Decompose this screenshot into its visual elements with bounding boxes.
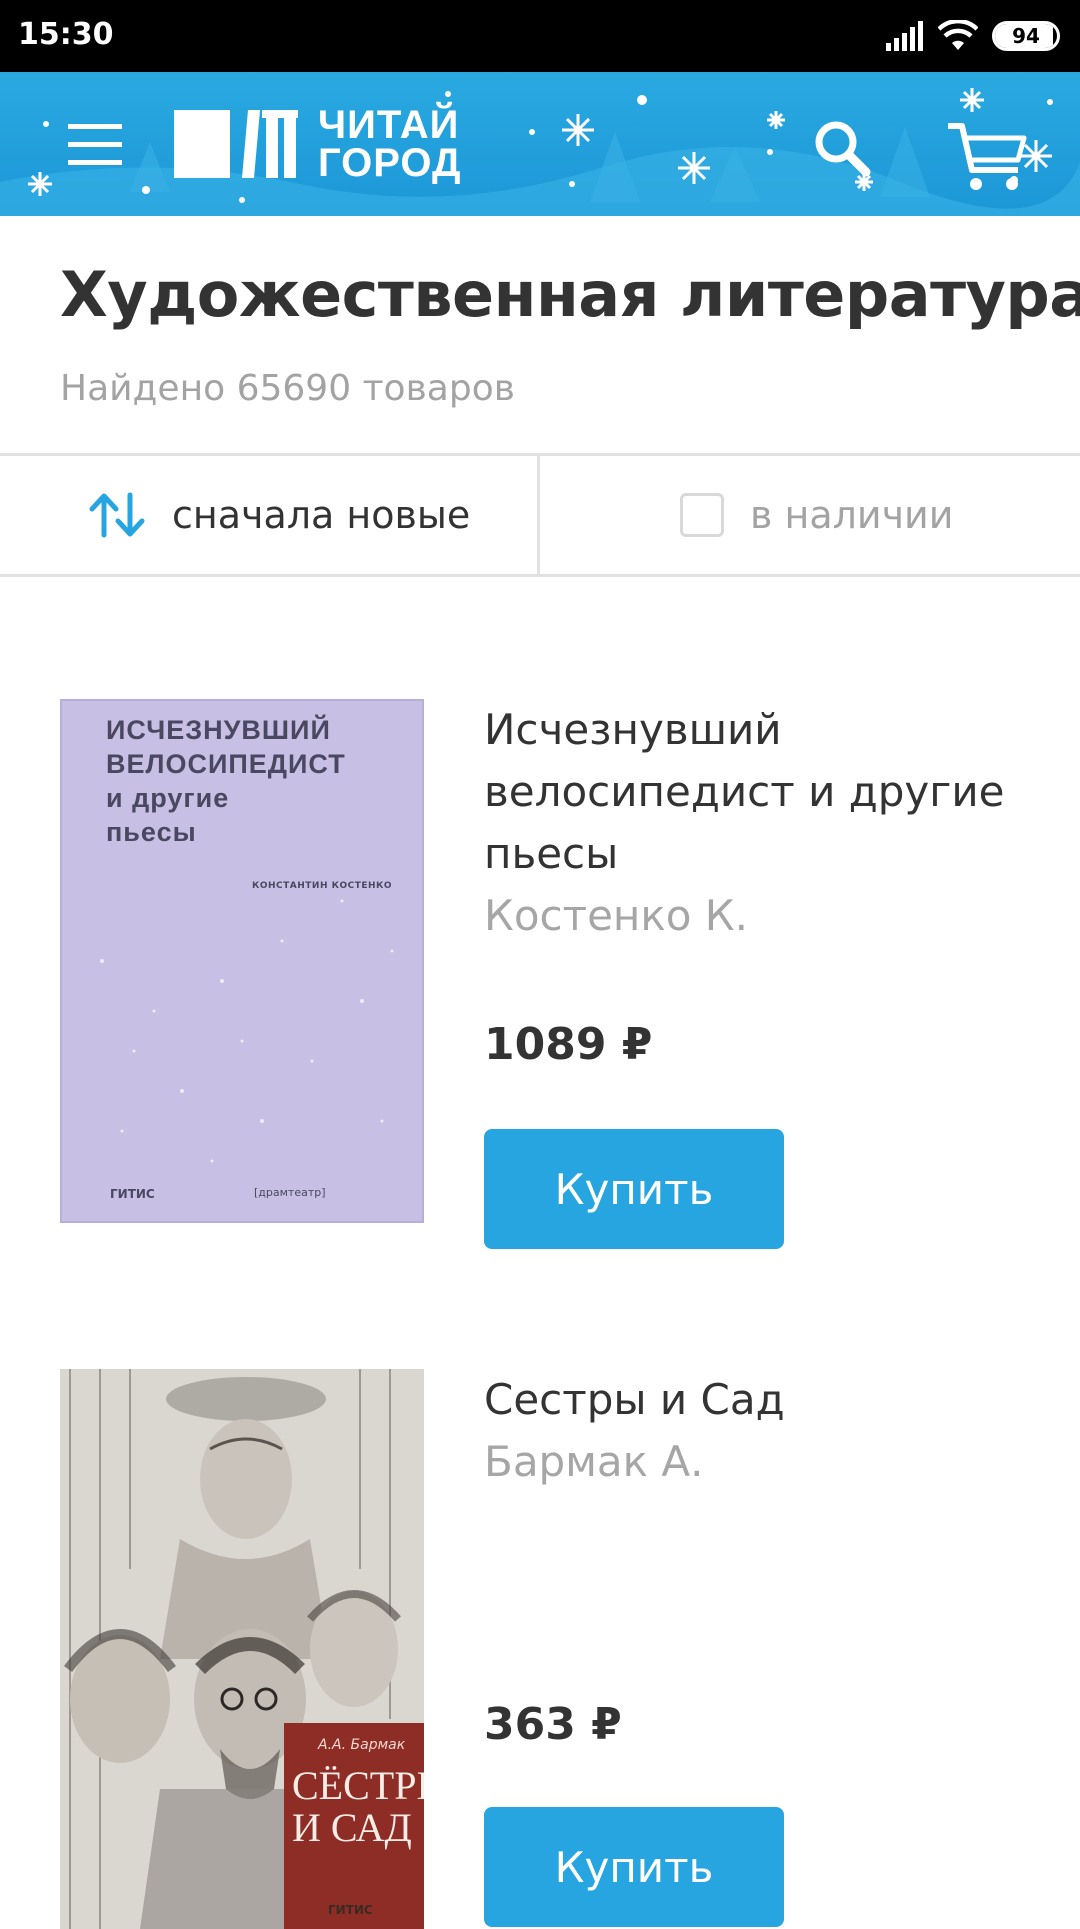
results-count: Найдено 65690 товаров <box>60 368 515 409</box>
product-title-line: Сестры и Сад <box>484 1375 785 1424</box>
product-price: 1089 ₽ <box>484 1019 653 1070</box>
product-info: Сестры и Сад Бармак А. <box>484 1369 1024 1493</box>
filter-bar: сначала новые в наличии <box>0 453 1080 577</box>
filter-divider <box>537 456 540 574</box>
cover-title-line: СЁСТРЫ <box>292 1763 424 1808</box>
product-price: 363 ₽ <box>484 1699 622 1750</box>
results-count-prefix: Найдено <box>60 368 226 409</box>
product-author: Бармак А. <box>484 1437 704 1486</box>
cover-author: А.А. Бармак <box>318 1737 406 1753</box>
product-author: Костенко К. <box>484 891 748 940</box>
logo-mark-icon <box>174 110 298 178</box>
product-info: Исчезнувший велосипедист и другие пьесы … <box>484 699 1024 947</box>
status-icons: 94 <box>886 18 1060 54</box>
in-stock-filter[interactable]: в наличии <box>680 456 953 574</box>
cover-title: ИСЧЕЗНУВШИЙ ВЕЛОСИПЕДИСТ и другие пьесы <box>106 713 346 849</box>
cover-title-line: ВЕЛОСИПЕДИСТ <box>106 749 346 779</box>
menu-button[interactable] <box>54 116 140 174</box>
snow-decoration <box>0 88 1080 216</box>
product-title-line: пьесы <box>484 829 619 878</box>
logo-text: ЧИТАЙ ГОРОД <box>318 103 462 185</box>
battery-icon: 94 <box>992 21 1060 51</box>
results-count-number: 65690 <box>236 368 352 409</box>
product-title[interactable]: Сестры и Сад <box>484 1369 1024 1431</box>
status-time: 15:30 <box>18 17 114 52</box>
buy-button[interactable]: Купить <box>484 1129 784 1249</box>
sort-dropdown[interactable]: сначала новые <box>88 456 470 574</box>
results-count-suffix: товаров <box>362 368 515 409</box>
sort-arrows-icon <box>89 492 145 538</box>
product-title[interactable]: Исчезнувший велосипедист и другие пьесы <box>484 699 1024 885</box>
cover-publisher: ГИТИС <box>328 1903 373 1917</box>
sort-label: сначала новые <box>172 493 471 537</box>
product-card: А.А. Бармак СЁСТРЫ И САД ГИТИС Сестры и … <box>0 1369 1080 1929</box>
cart-button[interactable] <box>944 116 1032 196</box>
battery-level: 94 <box>1012 24 1040 48</box>
cover-title-line: и другие <box>106 783 230 813</box>
cover-title-panel: А.А. Бармак СЁСТРЫ И САД ГИТИС <box>284 1723 424 1929</box>
product-title-line: велосипедист и другие <box>484 767 1005 816</box>
in-stock-checkbox[interactable] <box>680 493 724 537</box>
cover-publisher: ГИТИС <box>110 1187 155 1201</box>
logo-line-2: ГОРОД <box>318 141 462 185</box>
search-icon <box>815 121 871 177</box>
buy-button[interactable]: Купить <box>484 1807 784 1927</box>
cover-series: [драмтеатр] <box>254 1186 326 1199</box>
status-bar: 15:30 94 <box>0 0 1080 72</box>
search-button[interactable] <box>808 114 880 186</box>
logo-line-1: ЧИТАЙ <box>318 103 460 147</box>
product-card: ИСЧЕЗНУВШИЙ ВЕЛОСИПЕДИСТ и другие пьесы … <box>0 699 1080 1259</box>
cart-icon <box>948 123 1027 190</box>
cover-author: КОНСТАНТИН КОСТЕНКО <box>252 881 393 891</box>
store-logo[interactable]: ЧИТАЙ ГОРОД <box>172 102 462 186</box>
cover-title-line: пьесы <box>106 817 197 847</box>
signal-icon <box>886 21 923 51</box>
app-header: ЧИТАЙ ГОРОД <box>0 72 1080 216</box>
product-title-line: Исчезнувший <box>484 705 782 754</box>
cover-title: СЁСТРЫ И САД <box>292 1765 424 1849</box>
page-title: Художественная литература <box>60 258 1080 331</box>
in-stock-label: в наличии <box>750 493 954 537</box>
menu-icon <box>68 124 122 165</box>
cover-title-line: И САД <box>292 1805 412 1850</box>
product-cover[interactable]: А.А. Бармак СЁСТРЫ И САД ГИТИС <box>60 1369 424 1929</box>
wifi-icon <box>938 20 978 50</box>
product-cover[interactable]: ИСЧЕЗНУВШИЙ ВЕЛОСИПЕДИСТ и другие пьесы … <box>60 699 424 1223</box>
cover-title-line: ИСЧЕЗНУВШИЙ <box>106 715 331 745</box>
